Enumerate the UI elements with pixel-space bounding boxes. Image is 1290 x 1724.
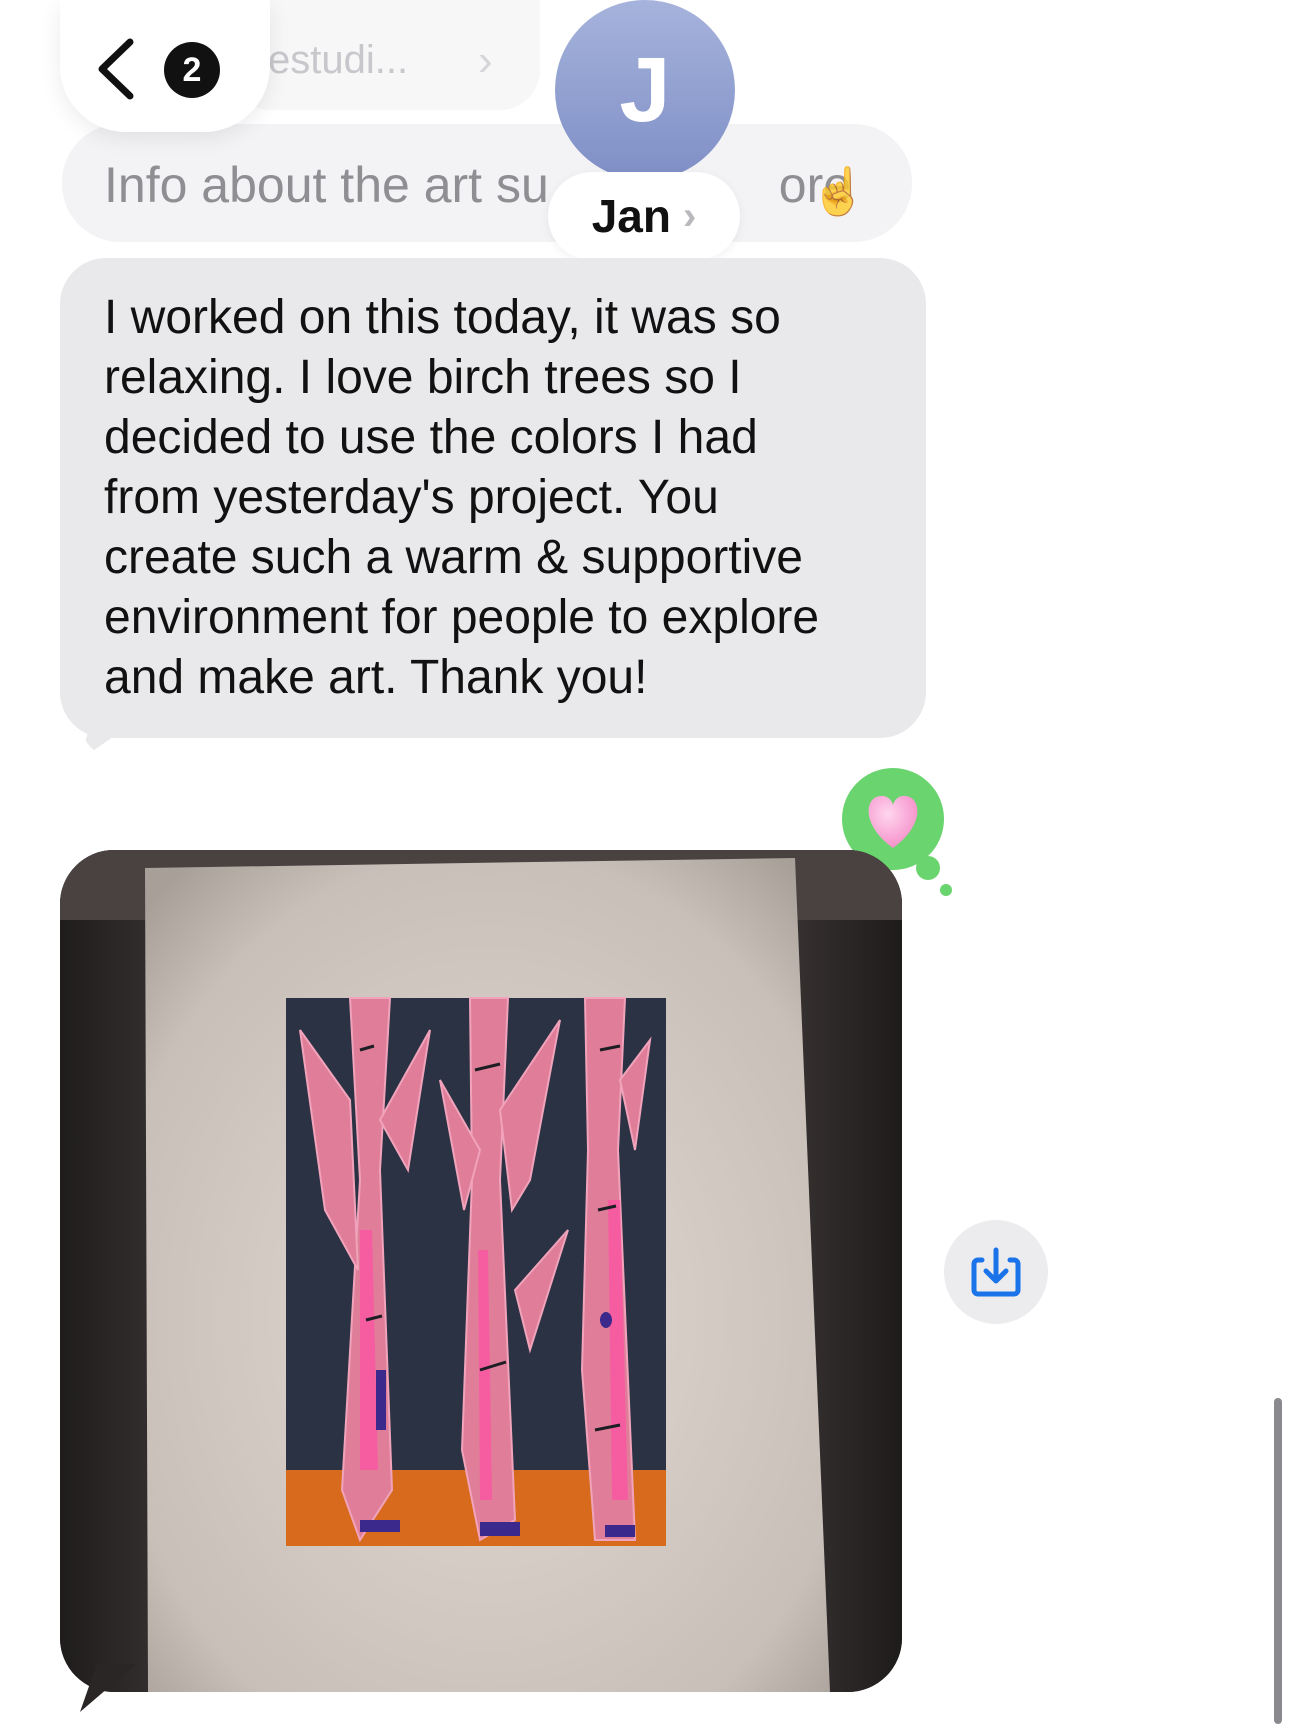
reaction-tail-dot-small (940, 884, 952, 896)
conversation-chevron-icon: › (478, 36, 493, 85)
photo-attachment[interactable] (60, 850, 902, 1692)
previous-message-text: Info about the art su ore (104, 157, 852, 213)
pointing-up-emoji: ☝️ (810, 165, 868, 217)
unread-count-badge: 2 (164, 42, 220, 98)
conversation-title: estudi... (268, 38, 409, 82)
reaction-tail-dot (916, 856, 940, 880)
birch-trees-artwork-photo (60, 850, 902, 1692)
contact-chevron-icon: › (682, 193, 697, 238)
contact-name: Jan (591, 190, 671, 242)
download-tray-icon (971, 1247, 1021, 1297)
contact-name-button[interactable]: Jan › (548, 172, 740, 260)
scroll-indicator[interactable] (1274, 1398, 1282, 1724)
save-photo-button[interactable] (944, 1220, 1048, 1324)
chevron-left-icon (98, 38, 134, 100)
received-message-text: I worked on this today, it was so relaxi… (104, 291, 820, 704)
contact-avatar[interactable]: J (555, 0, 735, 180)
contact-initial: J (619, 38, 671, 141)
